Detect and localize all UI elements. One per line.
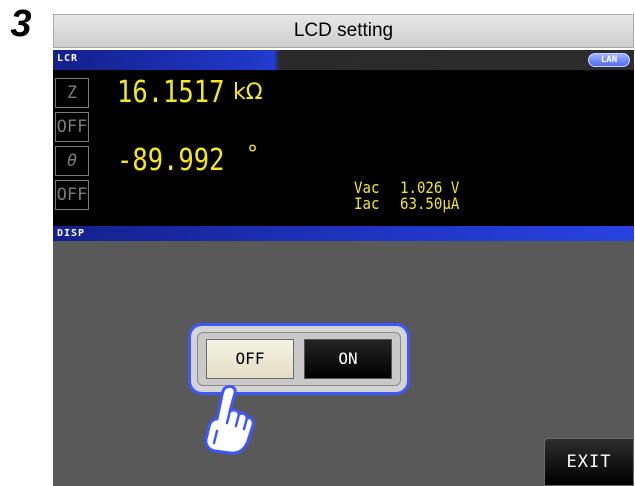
measurement-z-unit: kΩ: [233, 80, 263, 105]
lcd-off-button[interactable]: OFF: [206, 339, 294, 379]
lan-badge: LAN: [588, 53, 630, 67]
disp-bar-label: DISP: [57, 228, 86, 239]
lcd-setting-panel: OFF ON EXIT: [53, 241, 634, 486]
hand-pointer-icon: [197, 381, 257, 461]
status-bar: LCR LAN: [53, 50, 634, 70]
measurement-theta-unit: °: [247, 142, 258, 167]
param-box-1: Z: [55, 78, 89, 108]
step-number: 3: [10, 3, 32, 45]
param-box-4: OFF: [55, 180, 89, 210]
window-title: LCD setting: [53, 14, 634, 48]
monitor-iac-label: Iac: [354, 194, 380, 213]
measurement-theta-value: -89.992: [117, 143, 225, 178]
disp-bar: DISP: [53, 226, 634, 241]
monitor-iac-value: 63.50μA: [400, 194, 460, 213]
param-box-2: OFF: [55, 112, 89, 142]
exit-button[interactable]: EXIT: [544, 438, 634, 486]
lcd-toggle-group: OFF ON: [197, 332, 401, 386]
param-box-3: θ: [55, 146, 89, 176]
lcd-on-button[interactable]: ON: [304, 339, 392, 379]
status-bar-label: LCR: [57, 53, 79, 64]
instrument-screen: LCR LAN Z OFF θ OFF 16.1517 kΩ -89.992 °…: [53, 50, 634, 486]
measurement-z-value: 16.1517: [117, 75, 225, 110]
